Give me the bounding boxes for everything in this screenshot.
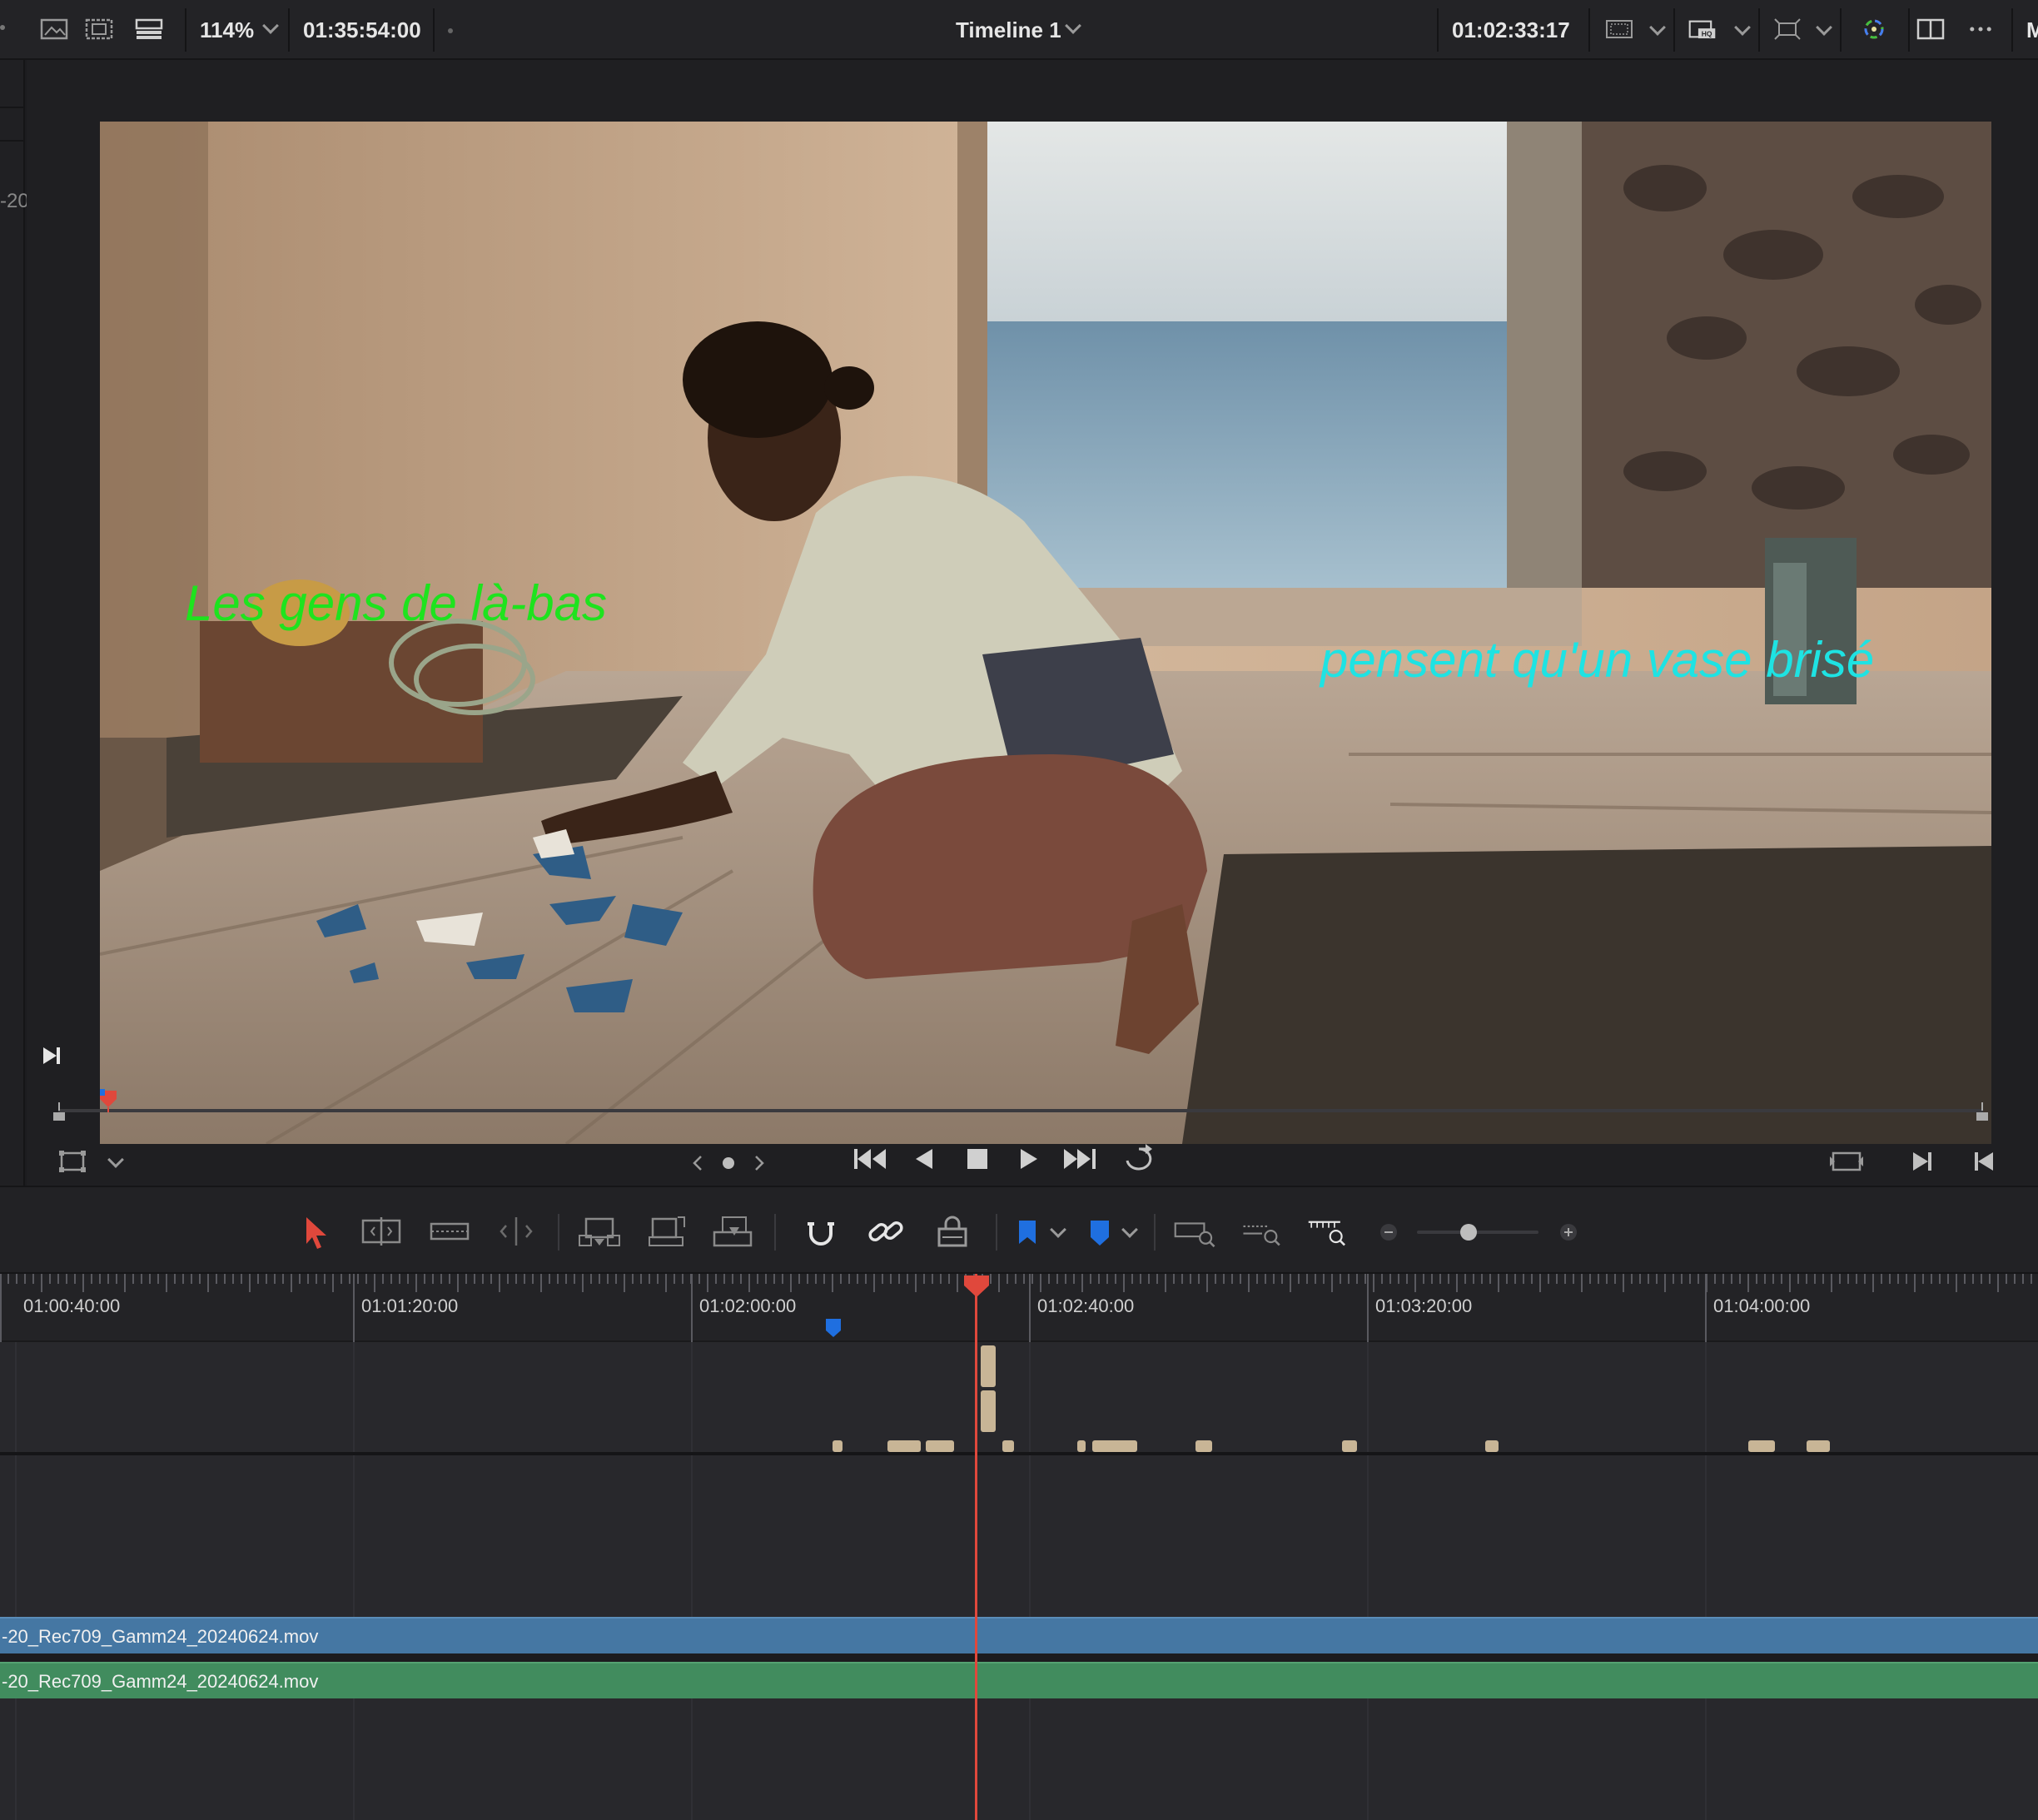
flag-icon[interactable] bbox=[1007, 1211, 1051, 1252]
subtitle-clip[interactable] bbox=[1748, 1440, 1775, 1452]
ruler-label: 01:03:20:00 bbox=[1375, 1295, 1473, 1316]
subtitle-clip[interactable] bbox=[887, 1440, 921, 1452]
position-lock-icon[interactable] bbox=[931, 1211, 974, 1252]
zoom-in-icon[interactable] bbox=[1558, 1222, 1578, 1242]
play-icon[interactable] bbox=[1014, 1144, 1044, 1174]
options-dot-icon[interactable] bbox=[448, 28, 453, 33]
timeline-panel[interactable]: 01:00:40:00 01:01:20:00 01:02:00:00 01:0… bbox=[0, 1274, 2038, 1820]
track-divider bbox=[0, 1452, 2038, 1455]
jump-to-start-icon[interactable] bbox=[852, 1144, 889, 1174]
subtitle-clip[interactable] bbox=[981, 1390, 996, 1432]
zoom-chevron-down-icon[interactable] bbox=[262, 17, 279, 34]
in-point-handle-icon[interactable] bbox=[52, 1102, 67, 1121]
metadata-panel-tab[interactable]: M bbox=[2026, 17, 2038, 43]
timeline-marker[interactable] bbox=[824, 1317, 843, 1339]
replace-clip-icon[interactable] bbox=[711, 1211, 754, 1252]
zoom-out-icon[interactable] bbox=[1379, 1222, 1399, 1242]
media-pool-edge: -20 bbox=[0, 60, 29, 1186]
video-frame[interactable]: Les gens de là-bas pensent qu'un vase br… bbox=[100, 122, 1991, 1144]
image-wipe-icon[interactable] bbox=[40, 17, 68, 42]
clip-name-fragment: -20 bbox=[0, 190, 29, 212]
split-screen-icon[interactable] bbox=[85, 17, 113, 42]
next-edit-icon[interactable] bbox=[1908, 1147, 1936, 1176]
scrub-track[interactable] bbox=[58, 1109, 1983, 1112]
safe-area-icon[interactable] bbox=[1605, 17, 1633, 42]
subtitle-clip[interactable] bbox=[1195, 1440, 1212, 1452]
scrub-marker bbox=[100, 1089, 105, 1096]
timeline-name[interactable]: Timeline 1 bbox=[956, 17, 1061, 43]
subtitle-clip[interactable] bbox=[1002, 1440, 1014, 1452]
video-clip[interactable]: -20_Rec709_Gamm24_20240624.mov bbox=[0, 1617, 2038, 1653]
subtitle-clip[interactable] bbox=[1485, 1440, 1499, 1452]
record-timecode: 01:02:33:17 bbox=[1452, 17, 1570, 42]
overwrite-clip-icon[interactable] bbox=[646, 1211, 689, 1252]
loop-icon[interactable] bbox=[1121, 1142, 1157, 1176]
overlay-chevron-down-icon[interactable] bbox=[107, 1151, 124, 1168]
flag-chevron-down-icon[interactable] bbox=[1050, 1221, 1066, 1238]
fit-frame-icon[interactable] bbox=[1773, 17, 1802, 42]
subtitle-clip[interactable] bbox=[833, 1440, 843, 1452]
timeline-layout-icon[interactable] bbox=[135, 17, 163, 42]
fit-chevron-down-icon[interactable] bbox=[1816, 19, 1832, 36]
playhead-head-icon[interactable] bbox=[962, 1274, 991, 1299]
custom-zoom-icon[interactable] bbox=[1307, 1211, 1350, 1252]
selection-arrow-icon[interactable] bbox=[295, 1211, 338, 1252]
ruler-label: 01:01:20:00 bbox=[361, 1295, 459, 1316]
out-point-handle-icon[interactable] bbox=[1975, 1102, 1990, 1121]
ruler-label: 01:02:00:00 bbox=[699, 1295, 797, 1316]
timeline-viewer[interactable]: Les gens de là-bas pensent qu'un vase br… bbox=[27, 60, 2038, 1186]
dual-viewer-icon[interactable] bbox=[1916, 17, 1945, 42]
subtitle-clip[interactable] bbox=[1807, 1440, 1830, 1452]
source-timecode: 01:35:54:00 bbox=[303, 17, 421, 42]
marker-chevron-down-icon[interactable] bbox=[1121, 1221, 1138, 1238]
safe-area-chevron-down-icon[interactable] bbox=[1649, 19, 1666, 36]
panel-dot-icon bbox=[0, 25, 5, 30]
timeline-playhead[interactable] bbox=[975, 1274, 977, 1820]
transport-controls bbox=[27, 1121, 2038, 1187]
blade-icon[interactable] bbox=[495, 1211, 538, 1252]
subtitle-clip[interactable] bbox=[981, 1345, 996, 1387]
timecode-ruler[interactable]: 01:00:40:00 01:01:20:00 01:02:00:00 01:0… bbox=[0, 1274, 2038, 1342]
next-frame-marker-icon[interactable] bbox=[40, 1044, 63, 1067]
track-gap bbox=[0, 1653, 2038, 1662]
subtitle-left: Les gens de là-bas bbox=[185, 575, 608, 631]
more-options-icon[interactable] bbox=[1966, 17, 1995, 42]
full-extent-zoom-icon[interactable] bbox=[1174, 1211, 1217, 1252]
subtitle-right: pensent qu'un vase brisé bbox=[1320, 632, 1875, 688]
timeline-chevron-down-icon[interactable] bbox=[1065, 17, 1081, 34]
playback-quality-hq-icon[interactable]: HQ bbox=[1688, 17, 1717, 42]
zoom-slider-track[interactable] bbox=[1417, 1231, 1538, 1234]
zoom-slider-handle[interactable] bbox=[1460, 1224, 1477, 1241]
detail-zoom-icon[interactable] bbox=[1240, 1211, 1284, 1252]
quality-chevron-down-icon[interactable] bbox=[1734, 19, 1751, 36]
jog-control-icon[interactable] bbox=[691, 1151, 766, 1176]
marker-icon[interactable] bbox=[1079, 1211, 1122, 1252]
viewer-header: 114% 01:35:54:00 Timeline 1 01:02:33:17 … bbox=[0, 0, 2038, 60]
dynamic-trim-icon[interactable] bbox=[428, 1211, 471, 1252]
viewer-scrub-bar[interactable] bbox=[27, 1087, 2038, 1121]
stop-icon[interactable] bbox=[962, 1144, 992, 1174]
subtitle-clip[interactable] bbox=[926, 1440, 954, 1452]
svg-text:HQ: HQ bbox=[1702, 30, 1712, 38]
linked-selection-icon[interactable] bbox=[864, 1211, 907, 1252]
previous-edit-icon[interactable] bbox=[1970, 1147, 1998, 1176]
insert-clip-icon[interactable] bbox=[578, 1211, 621, 1252]
match-frame-icon[interactable] bbox=[1828, 1147, 1865, 1176]
audio-clip[interactable]: -20_Rec709_Gamm24_20240624.mov bbox=[0, 1662, 2038, 1698]
ruler-label: 01:02:40:00 bbox=[1037, 1295, 1135, 1316]
trim-edit-icon[interactable] bbox=[360, 1211, 403, 1252]
ruler-label: 01:00:40:00 bbox=[23, 1295, 121, 1316]
play-reverse-icon[interactable] bbox=[909, 1144, 939, 1174]
subtitle-clip[interactable] bbox=[1092, 1440, 1137, 1452]
ruler-ticks bbox=[0, 1274, 2032, 1292]
subtitle-clip[interactable] bbox=[1077, 1440, 1086, 1452]
snapping-icon[interactable] bbox=[799, 1211, 843, 1252]
edit-toolbar bbox=[0, 1186, 2038, 1274]
color-effects-icon[interactable] bbox=[1860, 17, 1888, 42]
transform-overlay-icon[interactable] bbox=[58, 1149, 87, 1174]
zoom-level[interactable]: 114% bbox=[200, 17, 254, 43]
subtitle-clip[interactable] bbox=[1342, 1440, 1357, 1452]
jump-to-end-icon[interactable] bbox=[1061, 1144, 1097, 1174]
ruler-label: 01:04:00:00 bbox=[1713, 1295, 1811, 1316]
